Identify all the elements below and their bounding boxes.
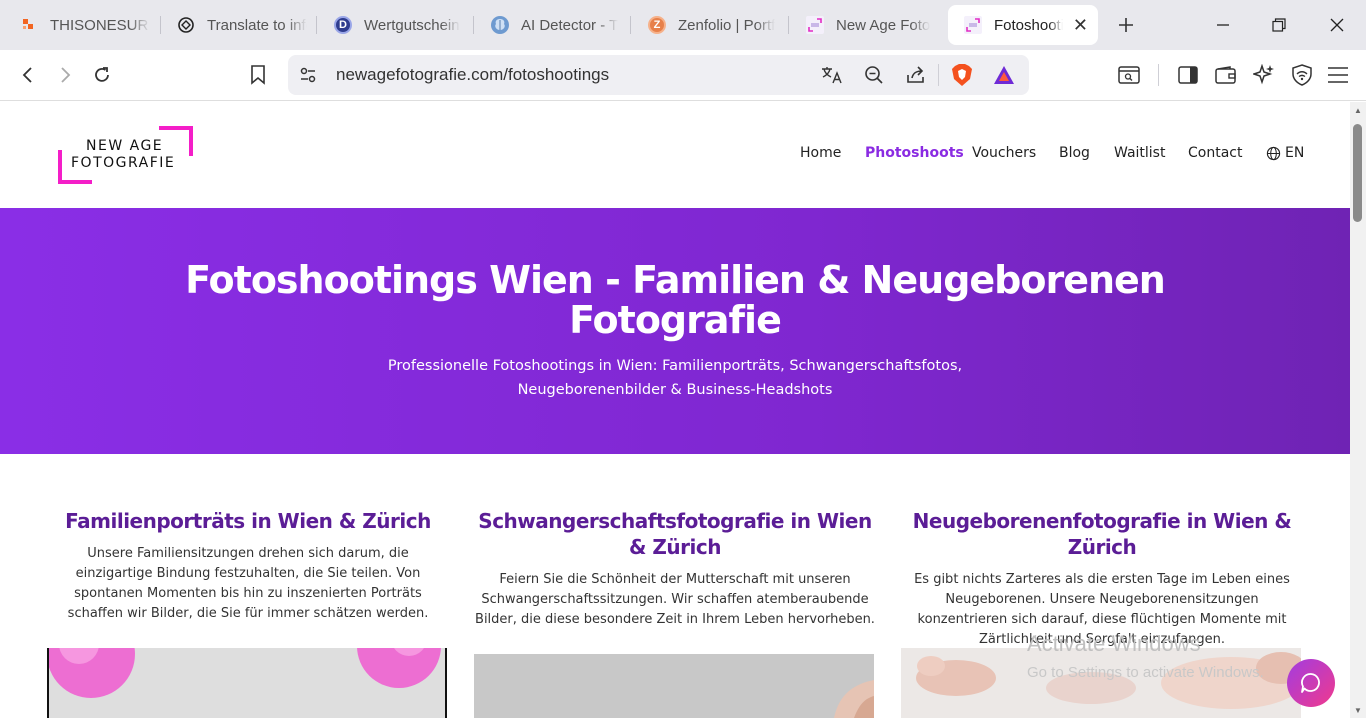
sparkle-icon xyxy=(1253,64,1274,85)
browser-tab-bar: THISONESURE Translate to info D Wertguts… xyxy=(0,0,1366,50)
service-card-maternity: Schwangerschaftsfotografie in Wien & Zür… xyxy=(474,508,876,630)
vpn-button[interactable] xyxy=(1288,61,1316,89)
service-title: Schwangerschaftsfotografie in Wien & Zür… xyxy=(478,509,872,559)
tab-label: AI Detector - T xyxy=(521,16,619,34)
tab-label: New Age Foto xyxy=(836,16,931,34)
tab-zenfolio[interactable]: Z Zenfolio | Portf xyxy=(628,5,788,45)
brave-shields-icon[interactable] xyxy=(950,63,974,87)
hamburger-menu-icon xyxy=(1328,67,1348,83)
tab-label: Wertgutschein xyxy=(364,16,460,34)
zoom-out-icon[interactable] xyxy=(862,63,886,87)
share-icon[interactable] xyxy=(904,63,928,87)
language-switcher[interactable]: EN xyxy=(1266,145,1304,161)
tab-thisonesure[interactable]: THISONESURE xyxy=(0,5,160,45)
address-bar[interactable]: newagefotografie.com/fotoshootings xyxy=(288,55,1029,95)
globe-icon xyxy=(1266,146,1281,160)
shield-icon xyxy=(1292,64,1312,86)
hero-banner: Fotoshootings Wien - Familien & Neugebor… xyxy=(0,208,1350,454)
wallet-icon xyxy=(1215,66,1236,84)
tab-label: Fotoshootings xyxy=(994,16,1063,34)
leo-ai-button[interactable] xyxy=(1250,61,1278,89)
site-header: NEW AGE FOTOGRAFIE Home Photoshoots Vouc… xyxy=(0,102,1350,208)
activate-windows-watermark: Activate Windows xyxy=(1027,631,1201,656)
toolbar-divider xyxy=(1158,64,1159,86)
scrollbar-thumb[interactable] xyxy=(1353,124,1362,222)
nav-home[interactable]: Home xyxy=(800,145,841,161)
scroll-up-icon[interactable]: ▲ xyxy=(1354,106,1362,115)
tab-label: THISONESURE xyxy=(50,16,150,34)
family-photo xyxy=(47,648,447,718)
service-description: Feiern Sie die Schönheit der Mutterschaf… xyxy=(475,572,875,627)
close-tab-icon[interactable]: ✕ xyxy=(1073,15,1088,36)
chatgpt-icon xyxy=(177,16,195,34)
sidebar-icon xyxy=(1178,66,1198,84)
close-window-button[interactable] xyxy=(1308,0,1366,50)
page-scrollbar[interactable]: ▲ ▼ xyxy=(1350,102,1366,718)
orange-brand-icon xyxy=(20,16,38,34)
sidebar-button[interactable] xyxy=(1174,61,1202,89)
zenfolio-icon: Z xyxy=(648,16,666,34)
activate-windows-hint: Go to Settings to activate Windows. xyxy=(1027,664,1264,681)
maternity-photo xyxy=(474,654,874,718)
tab-label: Zenfolio | Portf xyxy=(678,16,776,34)
tab-fotoshootings[interactable]: Fotoshootings ✕ xyxy=(948,5,1098,45)
chat-bubble-icon xyxy=(1301,673,1320,693)
nav-blog[interactable]: Blog xyxy=(1059,145,1090,161)
nav-photoshoots[interactable]: Photoshoots xyxy=(865,145,964,161)
page-viewport: NEW AGE FOTOGRAFIE Home Photoshoots Vouc… xyxy=(0,102,1366,718)
browser-toolbar: newagefotografie.com/fotoshootings xyxy=(0,50,1366,101)
reload-button[interactable] xyxy=(88,61,116,89)
menu-button[interactable] xyxy=(1324,61,1352,89)
plus-icon xyxy=(1119,18,1133,32)
language-label: EN xyxy=(1285,145,1305,161)
brave-rewards-icon[interactable] xyxy=(992,63,1016,87)
newborn-photo xyxy=(901,648,1301,718)
arrow-right-icon xyxy=(61,67,71,83)
arrow-left-icon xyxy=(22,67,32,83)
hero-title: Fotoshootings Wien - Familien & Neugebor… xyxy=(185,258,1166,342)
url-text: newagefotografie.com/fotoshootings xyxy=(336,65,610,84)
newage-favicon xyxy=(806,16,824,34)
close-icon xyxy=(1330,18,1344,32)
tab-wertgutschein[interactable]: D Wertgutschein xyxy=(314,5,474,45)
restore-window-button[interactable] xyxy=(1250,0,1308,50)
chat-widget-button[interactable] xyxy=(1287,659,1335,707)
nav-waitlist[interactable]: Waitlist xyxy=(1114,145,1165,161)
forward-button[interactable] xyxy=(51,61,79,89)
nav-vouchers[interactable]: Vouchers xyxy=(972,145,1036,161)
d-circle-icon: D xyxy=(334,16,352,34)
tab-new-age-foto[interactable]: New Age Foto xyxy=(786,5,946,45)
translate-icon[interactable] xyxy=(820,63,844,87)
search-window-icon xyxy=(1118,66,1140,84)
service-title: Familienporträts in Wien & Zürich xyxy=(65,509,431,533)
service-title: Neugeborenenfotografie in Wien & Zürich xyxy=(912,509,1292,559)
site-settings-icon[interactable] xyxy=(296,63,320,87)
restore-icon xyxy=(1272,18,1286,32)
bookmark-icon xyxy=(251,65,265,85)
reader-mode-button[interactable] xyxy=(1114,61,1144,89)
bookmark-button[interactable] xyxy=(244,61,272,89)
wallet-button[interactable] xyxy=(1212,61,1240,89)
hero-subtitle: Professionelle Fotoshootings in Wien: Fa… xyxy=(387,358,963,398)
reload-icon xyxy=(95,67,109,82)
nav-contact[interactable]: Contact xyxy=(1188,145,1242,161)
back-button[interactable] xyxy=(14,61,42,89)
main-navigation: Home Photoshoots Vouchers Blog Waitlist … xyxy=(0,145,1350,165)
brain-icon xyxy=(491,16,509,34)
newage-favicon xyxy=(964,16,982,34)
service-description: Unsere Familiensitzungen drehen sich dar… xyxy=(67,546,429,621)
url-divider xyxy=(938,64,939,86)
tab-translate[interactable]: Translate to info xyxy=(157,5,317,45)
minimize-window-button[interactable] xyxy=(1194,0,1252,50)
tab-label: Translate to info xyxy=(207,16,307,34)
service-card-family: Familienporträts in Wien & Zürich Unsere… xyxy=(47,508,449,624)
minimize-icon xyxy=(1217,24,1229,26)
new-tab-button[interactable] xyxy=(1097,0,1155,50)
service-card-newborn: Neugeborenenfotografie in Wien & Zürich … xyxy=(901,508,1303,650)
tab-ai-detector[interactable]: AI Detector - T xyxy=(471,5,631,45)
scroll-down-icon[interactable]: ▼ xyxy=(1354,706,1362,715)
